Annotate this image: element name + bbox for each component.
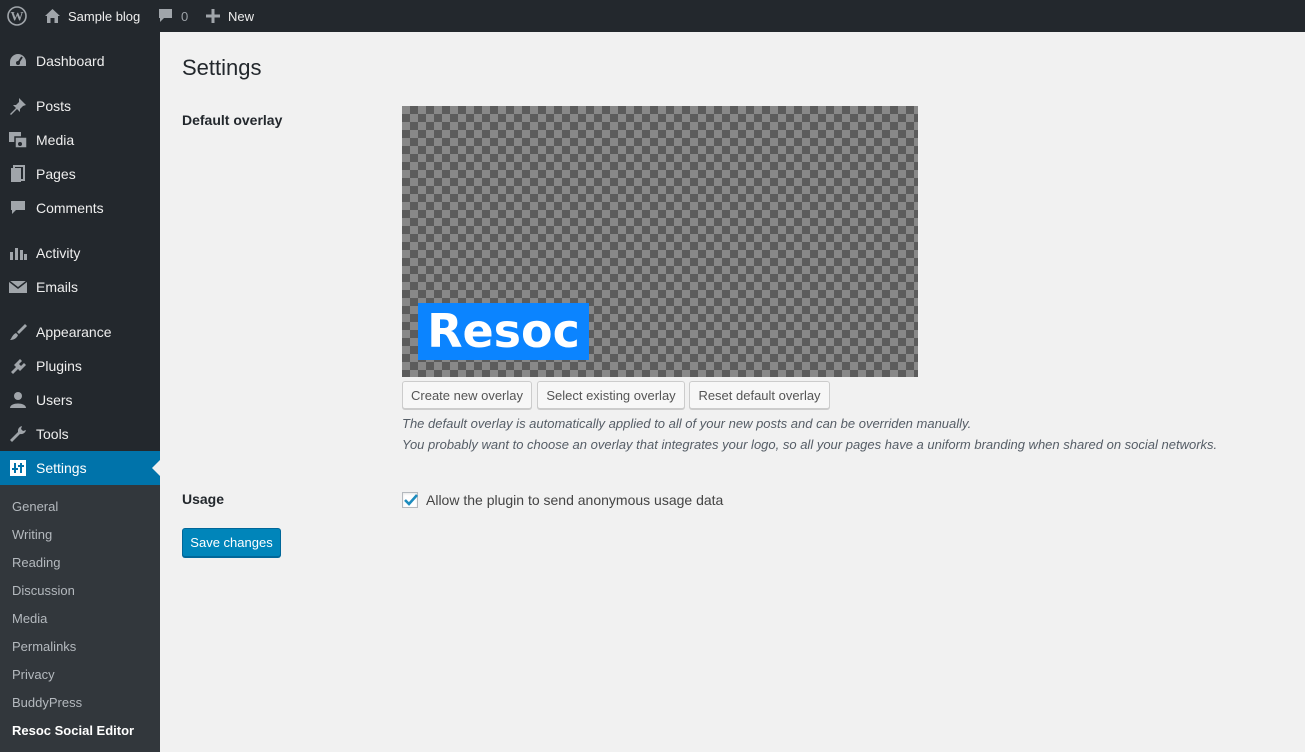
menu-item-comments[interactable]: Comments [0, 191, 160, 225]
menu-item-posts[interactable]: Posts [0, 89, 160, 123]
plus-icon [206, 9, 220, 23]
comments-count: 0 [181, 8, 189, 24]
new-content-link[interactable]: New [206, 0, 254, 32]
menu-item-users[interactable]: Users [0, 383, 160, 417]
submenu-item-media[interactable]: Media [12, 611, 47, 626]
menu-label: Emails [36, 279, 79, 295]
settings-submenu: General Writing Reading Discussion Media… [0, 485, 160, 752]
user-icon [8, 391, 28, 409]
menu-item-media[interactable]: Media [0, 123, 160, 157]
menu-item-tools[interactable]: Tools [0, 417, 160, 451]
menu-label: Comments [36, 200, 104, 216]
plug-icon [8, 357, 28, 375]
site-name-link[interactable]: Sample blog [44, 0, 140, 32]
admin-bar: W Sample blog 0 New [0, 0, 1305, 32]
reset-overlay-button[interactable]: Reset default overlay [689, 381, 830, 409]
usage-label: Usage [182, 491, 225, 507]
activity-icon [8, 244, 28, 262]
dashboard-icon [8, 52, 28, 70]
overlay-description-line-1: The default overlay is automatically app… [402, 416, 972, 431]
comments-link[interactable]: 0 [158, 0, 188, 32]
overlay-preview: Resoc [402, 106, 918, 377]
settings-icon [8, 459, 28, 477]
menu-label: Activity [36, 245, 81, 261]
usage-checkbox[interactable] [402, 492, 418, 508]
usage-checkbox-label[interactable]: Allow the plugin to send anonymous usage… [426, 492, 723, 508]
pages-icon [8, 165, 28, 183]
email-icon [8, 278, 28, 296]
comment-bubble-icon [158, 8, 173, 24]
comment-icon [8, 199, 28, 217]
home-icon [44, 8, 61, 24]
page-title: Settings [182, 55, 262, 80]
menu-item-activity[interactable]: Activity [0, 236, 160, 270]
new-label: New [228, 8, 255, 24]
admin-sidebar: Dashboard Posts Media Pages Comments Act… [0, 32, 160, 752]
default-overlay-label: Default overlay [182, 112, 283, 128]
menu-item-settings[interactable]: Settings [0, 451, 160, 485]
menu-item-dashboard[interactable]: Dashboard [0, 44, 160, 78]
submenu-item-general[interactable]: General [12, 499, 58, 514]
select-overlay-button[interactable]: Select existing overlay [537, 381, 685, 409]
menu-label: Appearance [36, 324, 112, 340]
menu-label: Pages [36, 166, 76, 182]
menu-label: Media [36, 132, 75, 148]
menu-item-pages[interactable]: Pages [0, 157, 160, 191]
menu-item-emails[interactable]: Emails [0, 270, 160, 304]
submenu-item-resoc-social-editor[interactable]: Resoc Social Editor [12, 723, 134, 738]
menu-label: Users [36, 392, 73, 408]
create-overlay-button[interactable]: Create new overlay [402, 381, 532, 409]
submenu-item-reading[interactable]: Reading [12, 555, 60, 570]
wordpress-logo-button[interactable]: W [7, 0, 27, 32]
media-icon [8, 131, 28, 149]
submenu-item-discussion[interactable]: Discussion [12, 583, 75, 598]
wrench-icon [8, 425, 28, 443]
brush-icon [8, 323, 28, 341]
menu-label: Tools [36, 426, 69, 442]
menu-label: Posts [36, 98, 72, 114]
save-changes-button[interactable]: Save changes [182, 528, 281, 557]
site-name-label: Sample blog [68, 8, 141, 24]
submenu-item-buddypress[interactable]: BuddyPress [12, 695, 82, 710]
submenu-item-writing[interactable]: Writing [12, 527, 52, 542]
menu-label: Dashboard [36, 53, 105, 69]
menu-item-plugins[interactable]: Plugins [0, 349, 160, 383]
menu-label: Plugins [36, 358, 82, 374]
menu-label: Settings [36, 460, 87, 476]
wordpress-icon: W [7, 6, 27, 26]
overlay-description-line-2: You probably want to choose an overlay t… [402, 437, 1218, 452]
pin-icon [8, 97, 28, 115]
menu-item-appearance[interactable]: Appearance [0, 315, 160, 349]
submenu-item-permalinks[interactable]: Permalinks [12, 639, 76, 654]
current-menu-arrow [152, 460, 160, 476]
submenu-item-privacy[interactable]: Privacy [12, 667, 55, 682]
svg-text:W: W [11, 9, 24, 24]
resoc-logo: Resoc [418, 303, 589, 360]
